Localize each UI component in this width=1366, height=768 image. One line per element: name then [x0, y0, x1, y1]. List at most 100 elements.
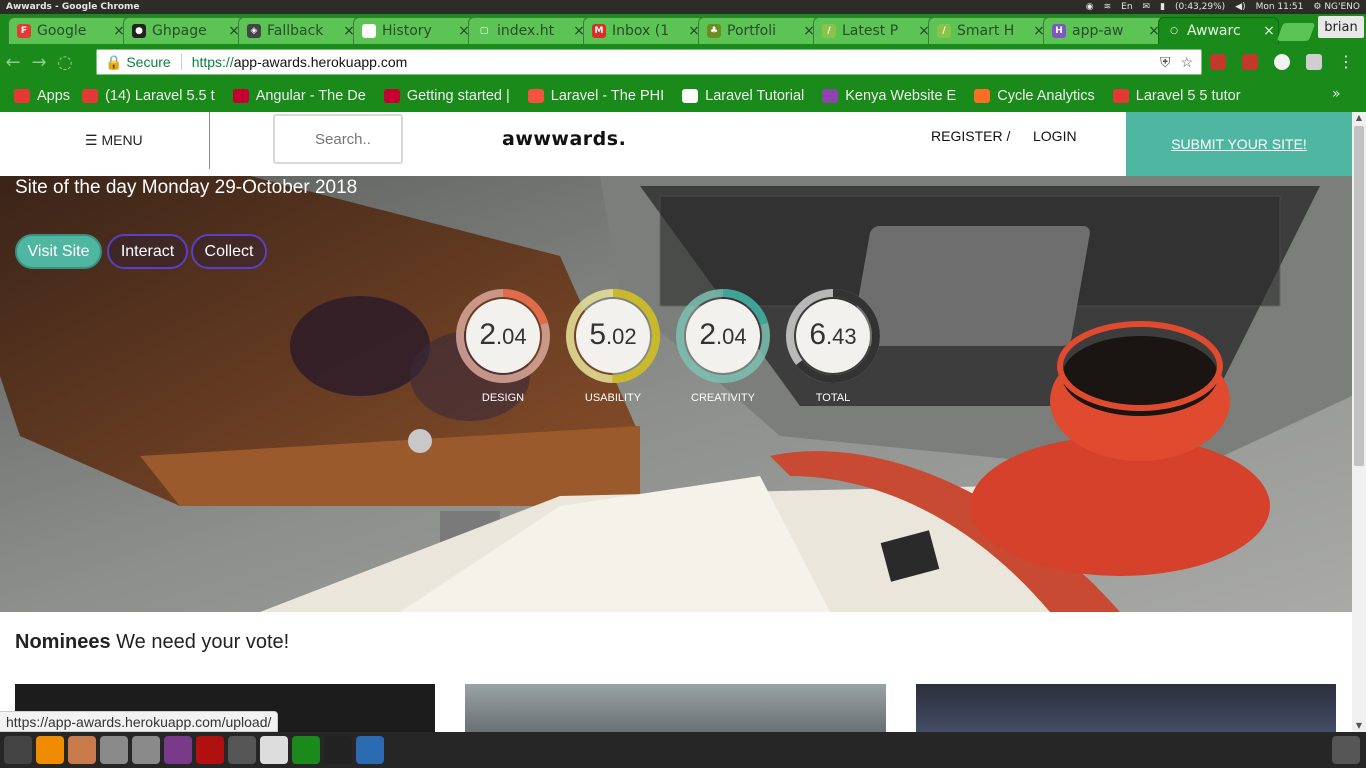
collect-button[interactable]: Collect: [191, 234, 267, 269]
user-menu[interactable]: ⚙ NG'ENO: [1313, 2, 1360, 12]
filezilla-icon[interactable]: [196, 736, 224, 764]
chrome-icon[interactable]: [292, 736, 320, 764]
collect-label: Collect: [204, 242, 254, 260]
loading-icon[interactable]: ◌: [52, 52, 78, 73]
score-label: TOTAL: [815, 392, 851, 404]
tab-close-icon[interactable]: ×: [1260, 23, 1278, 39]
tab-label: Latest P: [842, 23, 899, 39]
browser-tab[interactable]: W History ×: [353, 17, 474, 44]
app-icon[interactable]: [164, 736, 192, 764]
score-int: 6: [809, 318, 827, 351]
keyboard-lang[interactable]: En: [1121, 2, 1132, 12]
browser-tab[interactable]: ◈ Fallback ×: [238, 17, 359, 44]
battery-icon[interactable]: ▮: [1160, 2, 1165, 12]
chrome-icon[interactable]: ◉: [1086, 2, 1094, 12]
back-icon[interactable]: ←: [0, 52, 26, 73]
bookmark-item[interactable]: Angular - The De: [232, 88, 366, 104]
game-icon[interactable]: [228, 736, 256, 764]
new-tab-button[interactable]: [1276, 23, 1316, 41]
score-value: 2.04: [455, 318, 551, 352]
site-logo[interactable]: awwwards.: [502, 128, 626, 150]
address-bar[interactable]: 🔒 Secure https://app-awards.herokuapp.co…: [96, 49, 1202, 75]
bookmark-item[interactable]: Cycle Analytics: [974, 88, 1095, 104]
score-int: 5: [589, 318, 607, 351]
register-link[interactable]: REGISTER /: [931, 128, 1010, 144]
login-link[interactable]: LOGIN: [1033, 128, 1077, 144]
user-name: NG'ENO: [1324, 2, 1360, 12]
browser-tab[interactable]: ● Ghpage ×: [123, 17, 244, 44]
bookmark-item[interactable]: Kenya Website E: [822, 88, 956, 104]
browser-tab[interactable]: / Latest P ×: [813, 17, 934, 44]
nominees-heading: Nominees We need your vote!: [15, 631, 289, 654]
search-input[interactable]: [273, 114, 403, 164]
bookmark-item[interactable]: (14) Laravel 5.5 t: [82, 88, 215, 104]
bookmark-item[interactable]: Apps: [14, 88, 70, 104]
wifi-icon[interactable]: ≋: [1104, 2, 1112, 12]
page-scrollbar[interactable]: ▲ ▼: [1352, 112, 1366, 732]
scrollbar-thumb[interactable]: [1354, 126, 1364, 466]
browser-tab[interactable]: M Inbox (1 ×: [583, 17, 704, 44]
extension-icon[interactable]: [1210, 54, 1226, 70]
score-usability: 5.02 USABILITY: [565, 288, 661, 404]
volume-icon[interactable]: ◀): [1235, 2, 1245, 12]
bookmark-item[interactable]: Getting started |: [383, 88, 510, 104]
browser-tab[interactable]: ♣ Portfoli ×: [698, 17, 819, 44]
more-bookmarks-icon[interactable]: »: [1332, 86, 1341, 102]
submit-label: SUBMIT YOUR SITE!: [1171, 136, 1307, 152]
visit-site-button[interactable]: Visit Site: [15, 234, 102, 269]
scroll-down-icon[interactable]: ▼: [1352, 720, 1366, 732]
battery-status: (0:43,29%): [1175, 2, 1226, 12]
site-header: ☰ MENU awwwards. REGISTER / LOGIN SUBMIT…: [0, 112, 1352, 177]
browser-tab[interactable]: / Smart H ×: [928, 17, 1049, 44]
profile-button[interactable]: brian: [1318, 16, 1364, 38]
browser-tab[interactable]: F Google ×: [8, 17, 129, 44]
star-icon[interactable]: ☆: [1180, 54, 1193, 71]
extension-icon[interactable]: [1274, 54, 1290, 70]
scroll-up-icon[interactable]: ▲: [1352, 112, 1366, 124]
tab-label: app-aw: [1072, 23, 1124, 39]
tab-favicon-icon: M: [592, 24, 606, 38]
score-dec: .02: [606, 324, 637, 349]
tab-label: Awwarc: [1187, 23, 1241, 39]
trash-icon[interactable]: [1332, 736, 1360, 764]
browser-toolbar: ← → ◌ 🔒 Secure https://app-awards.heroku…: [0, 44, 1366, 80]
secure-indicator[interactable]: 🔒 Secure: [105, 54, 171, 71]
mail-icon[interactable]: ✉: [1143, 2, 1151, 12]
tab-favicon-icon: ●: [132, 24, 146, 38]
vscode-icon[interactable]: [356, 736, 384, 764]
browser-tab[interactable]: Happ-aw ×: [1043, 17, 1164, 44]
secure-label: Secure: [126, 53, 171, 70]
extension-icon[interactable]: [1306, 54, 1322, 70]
bookmark-icon: [383, 89, 400, 103]
bookmark-item[interactable]: Laravel Tutorial: [682, 88, 804, 104]
clock[interactable]: Mon 11:51: [1256, 2, 1304, 12]
interact-button[interactable]: Interact: [107, 234, 188, 269]
vlc-icon[interactable]: [36, 736, 64, 764]
menu-button[interactable]: ☰ MENU: [85, 132, 143, 149]
window-title: Awwards - Google Chrome: [6, 2, 140, 12]
score-creativity: 2.04 CREATIVITY: [675, 288, 771, 404]
score-label: DESIGN: [481, 392, 525, 404]
hero-banner: Site of the day Monday 29-October 2018 V…: [0, 176, 1352, 612]
bookmark-item[interactable]: Laravel 5 5 tutor: [1112, 88, 1241, 104]
unity-icon[interactable]: [4, 736, 32, 764]
shield-icon[interactable]: ⛨: [1160, 54, 1171, 71]
nominee-card[interactable]: [465, 684, 886, 732]
url-text[interactable]: https://app-awards.herokuapp.com: [192, 54, 408, 70]
drive-icon[interactable]: [100, 736, 128, 764]
forward-icon[interactable]: →: [26, 52, 52, 73]
submit-site-button[interactable]: SUBMIT YOUR SITE!: [1126, 112, 1352, 176]
score-value: 6.43: [785, 318, 881, 352]
editor-icon[interactable]: [260, 736, 288, 764]
bookmark-item[interactable]: Laravel - The PHI: [527, 88, 664, 104]
extension-icon[interactable]: [1242, 54, 1258, 70]
files-icon[interactable]: [68, 736, 96, 764]
status-bubble: https://app-awards.herokuapp.com/upload/: [0, 711, 279, 732]
browser-tab[interactable]: ○ Awwarc ×: [1158, 17, 1279, 44]
browser-tab[interactable]: ▢ index.ht ×: [468, 17, 589, 44]
tab-label: Inbox (1: [612, 23, 670, 39]
menu-icon[interactable]: ⋮: [1338, 52, 1354, 71]
nominee-card[interactable]: [916, 684, 1336, 732]
terminal-icon[interactable]: [324, 736, 352, 764]
drive-icon[interactable]: [132, 736, 160, 764]
